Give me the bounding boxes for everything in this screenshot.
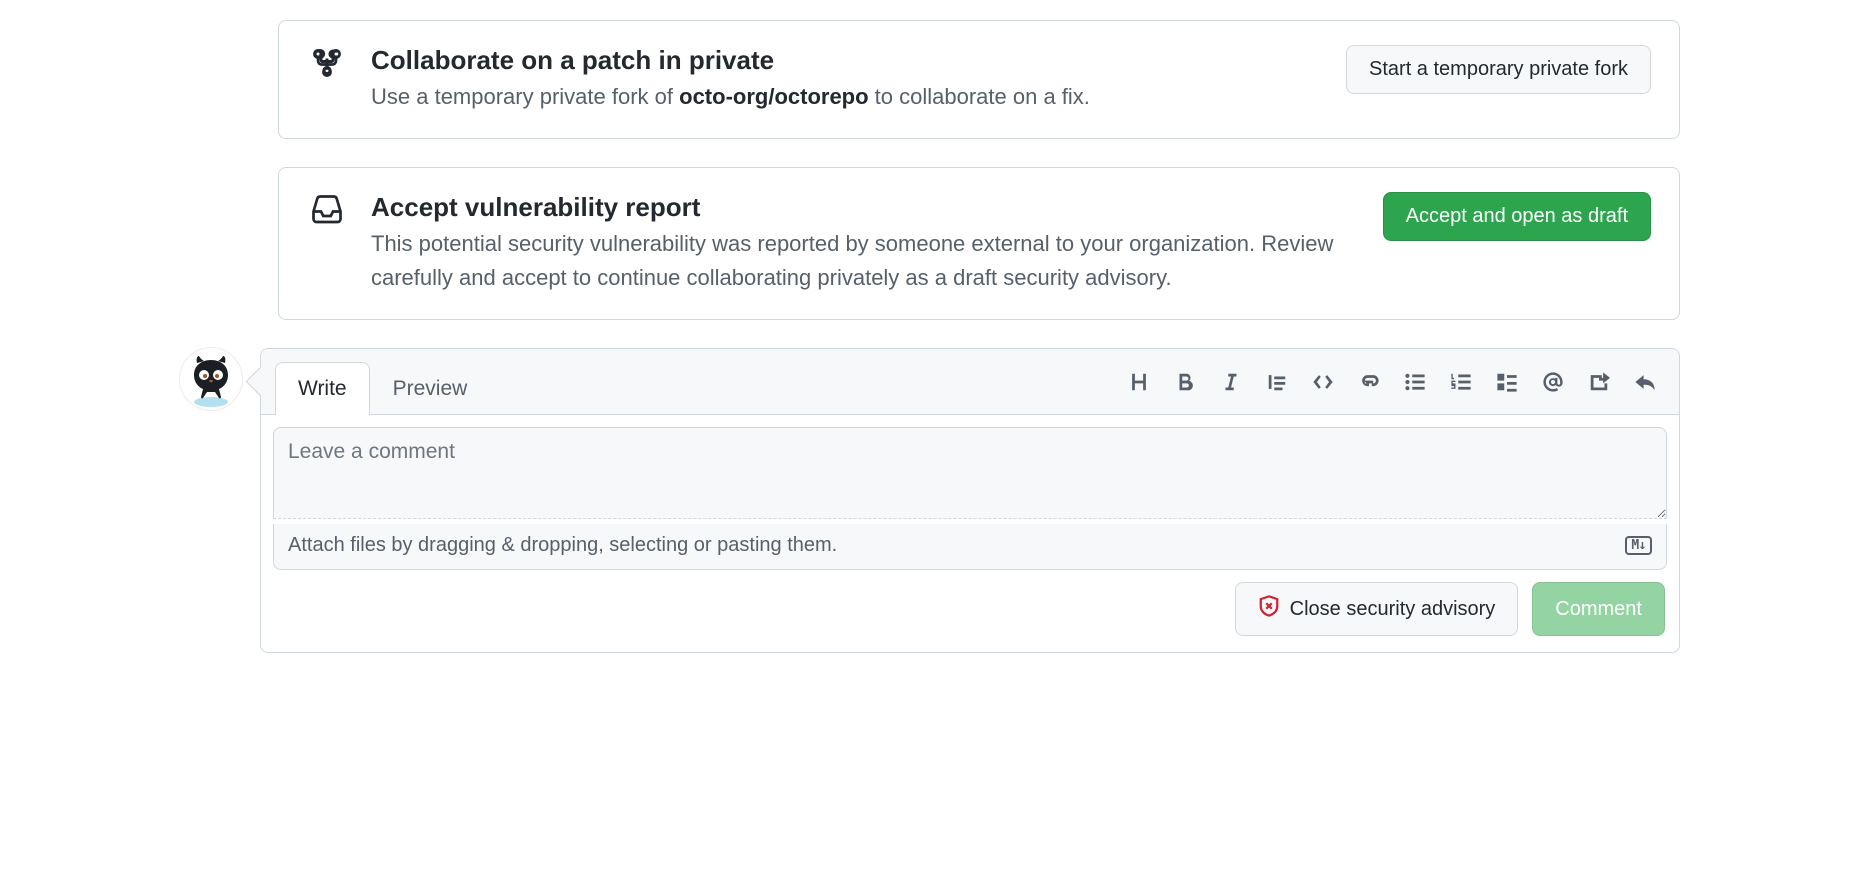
reply-icon[interactable] — [1633, 370, 1657, 394]
accept-title: Accept vulnerability report — [371, 192, 1359, 223]
collaborate-desc-suffix: to collaborate on a fix. — [869, 84, 1090, 109]
unordered-list-icon[interactable] — [1403, 370, 1427, 394]
quote-icon[interactable] — [1265, 370, 1289, 394]
mention-icon[interactable] — [1541, 370, 1565, 394]
fork-icon — [307, 45, 347, 85]
ordered-list-icon[interactable] — [1449, 370, 1473, 394]
collaborate-title: Collaborate on a patch in private — [371, 45, 1322, 76]
attach-files-text: Attach files by dragging & dropping, sel… — [288, 534, 837, 557]
shield-x-icon — [1258, 595, 1280, 623]
tab-write[interactable]: Write — [275, 362, 370, 415]
comment-button[interactable]: Comment — [1532, 582, 1665, 636]
close-advisory-button[interactable]: Close security advisory — [1235, 582, 1519, 636]
avatar[interactable] — [180, 348, 242, 410]
collaborate-desc-prefix: Use a temporary private fork of — [371, 84, 679, 109]
collaborate-desc: Use a temporary private fork of octo-org… — [371, 80, 1322, 114]
inbox-icon — [307, 192, 347, 232]
comment-textarea[interactable] — [273, 427, 1667, 519]
comment-box: Write Preview — [260, 348, 1680, 653]
collaborate-card: Collaborate on a patch in private Use a … — [278, 20, 1680, 139]
collaborate-repo: octo-org/octorepo — [679, 84, 868, 109]
italic-icon[interactable] — [1219, 370, 1243, 394]
tab-header: Write Preview — [261, 349, 1679, 415]
markdown-icon[interactable]: M↓ — [1625, 536, 1652, 555]
accept-desc: This potential security vulnerability wa… — [371, 227, 1359, 295]
close-advisory-label: Close security advisory — [1290, 598, 1496, 621]
link-icon[interactable] — [1357, 370, 1381, 394]
tab-preview[interactable]: Preview — [370, 362, 491, 415]
start-fork-button[interactable]: Start a temporary private fork — [1346, 45, 1651, 94]
formatting-toolbar — [1127, 370, 1665, 406]
accept-draft-button[interactable]: Accept and open as draft — [1383, 192, 1651, 241]
heading-icon[interactable] — [1127, 370, 1151, 394]
accept-body: Accept vulnerability report This potenti… — [371, 192, 1359, 295]
accept-card: Accept vulnerability report This potenti… — [278, 167, 1680, 320]
bold-icon[interactable] — [1173, 370, 1197, 394]
cross-reference-icon[interactable] — [1587, 370, 1611, 394]
task-list-icon[interactable] — [1495, 370, 1519, 394]
code-icon[interactable] — [1311, 370, 1335, 394]
collaborate-body: Collaborate on a patch in private Use a … — [371, 45, 1322, 114]
attach-files-bar[interactable]: Attach files by dragging & dropping, sel… — [273, 524, 1667, 570]
